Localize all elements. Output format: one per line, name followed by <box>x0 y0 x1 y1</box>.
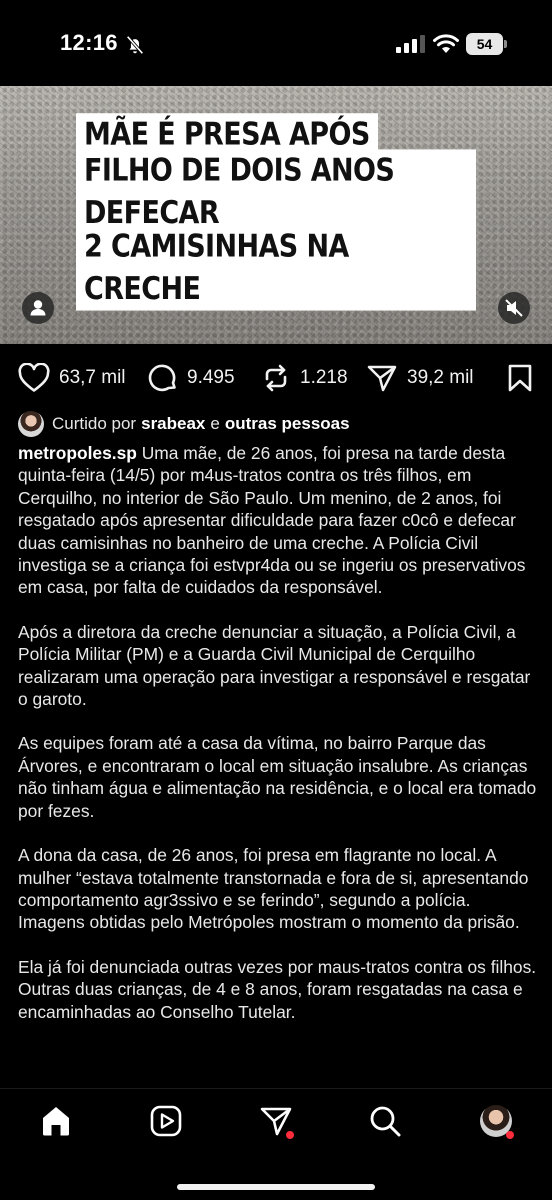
nav-home[interactable] <box>38 1103 74 1139</box>
bottom-navigation <box>0 1088 552 1200</box>
repost-count: 1.218 <box>300 367 348 388</box>
liked-by[interactable]: Curtido por srabeax e outras pessoas <box>18 410 355 438</box>
battery-cap <box>504 40 507 48</box>
home-icon <box>43 1107 69 1136</box>
caption-paragraph: A dona da casa, de 26 anos, foi presa em… <box>18 845 529 933</box>
nav-profile[interactable] <box>478 1103 514 1139</box>
video-headline: MÃE É PRESA APÓS FILHO DE DOIS ANOS DEFE… <box>76 113 476 311</box>
liked-by-others[interactable]: outras pessoas <box>225 414 350 434</box>
send-icon <box>367 365 397 392</box>
user-tag-icon <box>30 300 46 316</box>
share-button[interactable]: 39,2 mil <box>366 358 474 398</box>
nav-direct[interactable] <box>258 1103 294 1139</box>
comment-count: 9.495 <box>187 367 235 388</box>
nav-reels[interactable] <box>148 1103 184 1139</box>
post-video[interactable]: MÃE É PRESA APÓS FILHO DE DOIS ANOS DEFE… <box>0 86 552 344</box>
sound-off-icon <box>505 299 523 317</box>
caption-paragraph: Após a diretora da creche denunciar a si… <box>18 621 531 710</box>
share-count: 39,2 mil <box>407 367 474 388</box>
heart-icon <box>18 363 50 392</box>
home-indicator <box>177 1184 375 1190</box>
battery-icon: 54 <box>466 33 508 55</box>
post-caption: metropoles.sp Uma mãe, de 26 anos, foi p… <box>18 442 538 1045</box>
wifi-icon <box>433 34 459 53</box>
nav-search[interactable] <box>367 1103 403 1139</box>
notification-dot <box>506 1131 514 1139</box>
comment-button[interactable]: 9.495 <box>148 358 235 398</box>
user-tag-button[interactable] <box>22 292 54 324</box>
bookmark-icon <box>508 364 532 392</box>
sound-toggle-button[interactable] <box>498 292 530 324</box>
liked-by-user[interactable]: srabeax <box>141 414 205 434</box>
caption-paragraph: metropoles.sp Uma mãe, de 26 anos, foi p… <box>18 442 538 599</box>
headline-line: 2 CAMISINHAS NA CRECHE <box>76 225 476 311</box>
liked-by-avatar <box>18 411 44 437</box>
like-count: 63,7 mil <box>59 367 126 388</box>
status-time: 12:16 <box>60 30 118 55</box>
status-bar: 12:16 54 <box>0 0 552 86</box>
post-actions: 63,7 mil 9.495 1.218 39,2 mil <box>0 358 552 398</box>
comment-icon <box>148 364 176 392</box>
liked-by-prefix: Curtido por <box>52 414 137 433</box>
like-button[interactable]: 63,7 mil <box>18 358 126 398</box>
search-icon <box>370 1106 401 1137</box>
battery-level: 54 <box>466 33 503 55</box>
caption-username[interactable]: metropoles.sp <box>18 443 137 463</box>
signal-icon <box>396 35 425 53</box>
repost-button[interactable]: 1.218 <box>261 358 348 398</box>
bell-slash-icon <box>126 35 144 55</box>
caption-paragraph: Ela já foi denunciada outras vezes por m… <box>18 956 537 1022</box>
repost-icon <box>265 364 287 392</box>
save-button[interactable] <box>506 358 534 398</box>
caption-text: Uma mãe, de 26 anos, foi presa na tarde … <box>18 443 526 598</box>
notification-dot <box>286 1131 294 1139</box>
reels-icon <box>150 1105 182 1137</box>
caption-paragraph: As equipes foram até a casa da vítima, n… <box>18 733 537 821</box>
headline-line: FILHO DE DOIS ANOS DEFECAR <box>76 149 476 235</box>
liked-by-conjunction: e <box>210 414 220 433</box>
